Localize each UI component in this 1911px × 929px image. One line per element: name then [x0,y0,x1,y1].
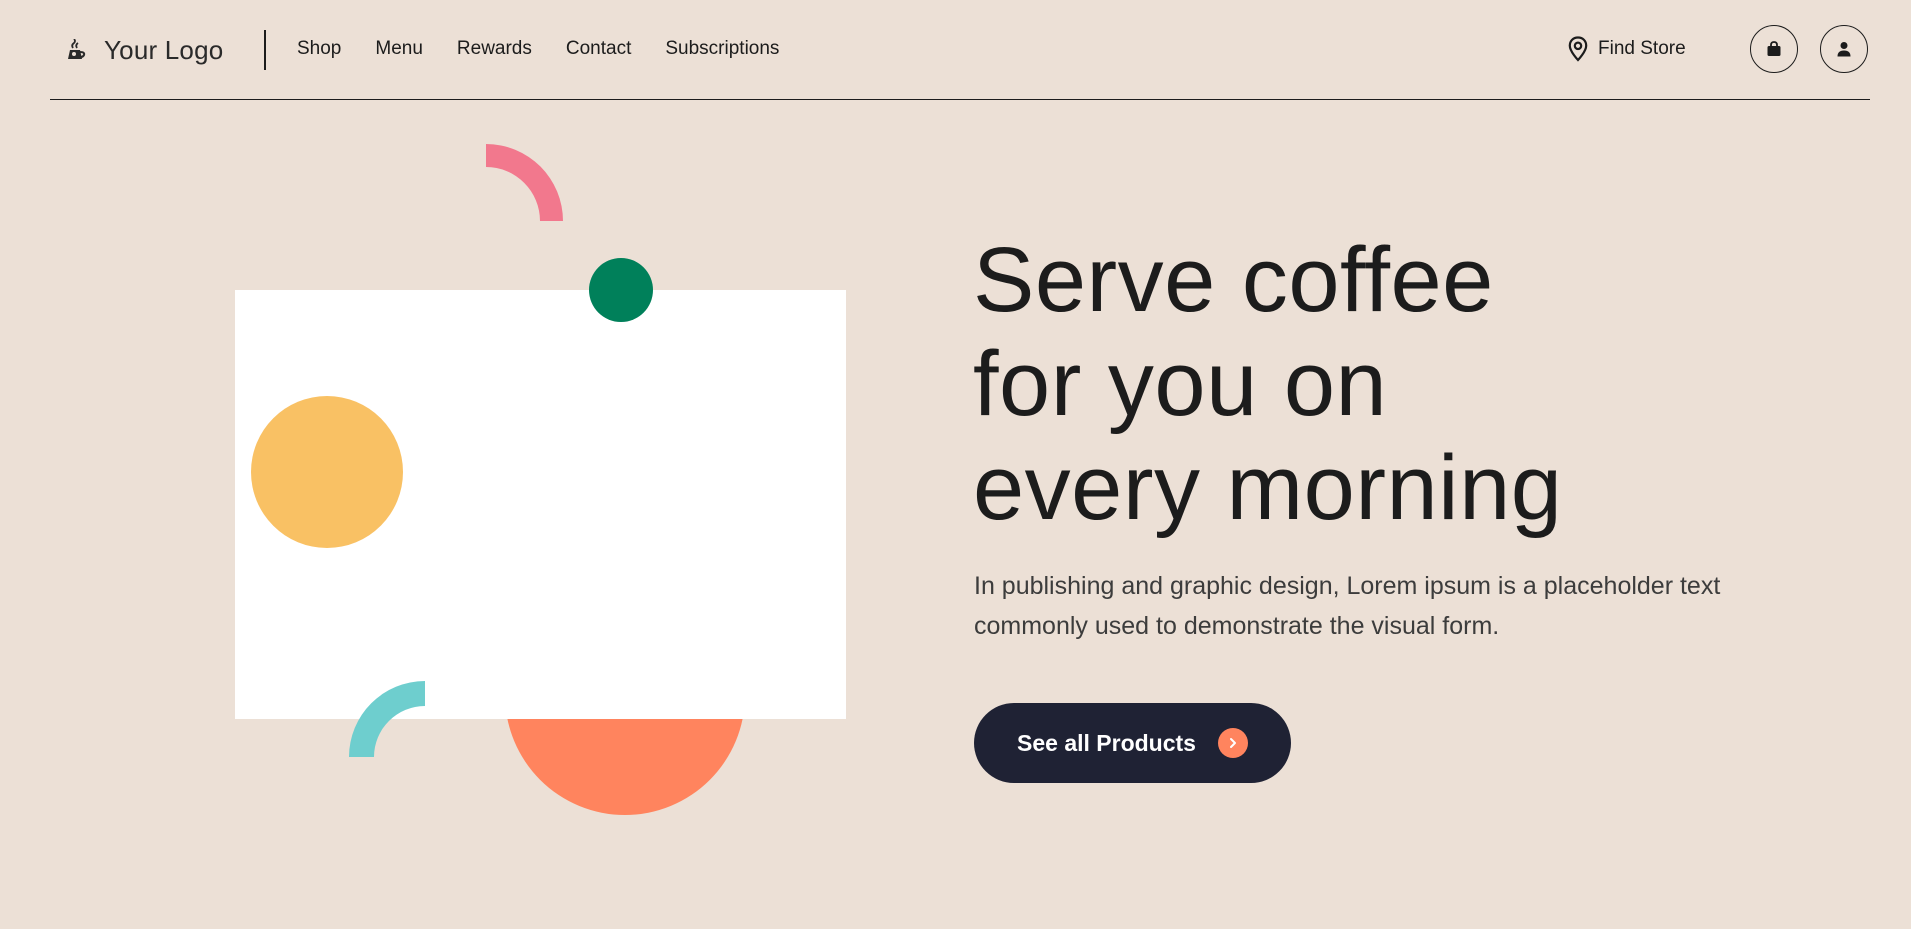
map-pin-icon [1568,36,1588,62]
orange-half-circle-shape [505,719,745,815]
hero-illustration [0,0,900,929]
chevron-right-icon [1217,728,1248,758]
find-store-label: Find Store [1598,38,1686,59]
account-button[interactable] [1820,25,1868,73]
green-circle-shape [589,258,653,322]
cart-button[interactable] [1750,25,1798,73]
hero-title-line: Serve coffee [973,229,1494,331]
user-icon [1837,42,1851,57]
see-all-products-button[interactable]: See all Products [974,703,1291,783]
cta-label: See all Products [1017,729,1196,756]
shopping-bag-icon [1767,41,1781,56]
hero-subtitle: In publishing and graphic design, Lorem … [974,572,1721,640]
hero-title-line: for you on [973,333,1388,435]
find-store-link[interactable]: Find Store [1568,36,1686,62]
yellow-circle-shape [251,396,403,548]
hero-title: Serve coffee for you on every morning [973,228,1773,540]
hero-title-line: every morning [973,437,1563,539]
teal-arc-shape [349,681,425,757]
pink-arc-shape [486,144,563,221]
